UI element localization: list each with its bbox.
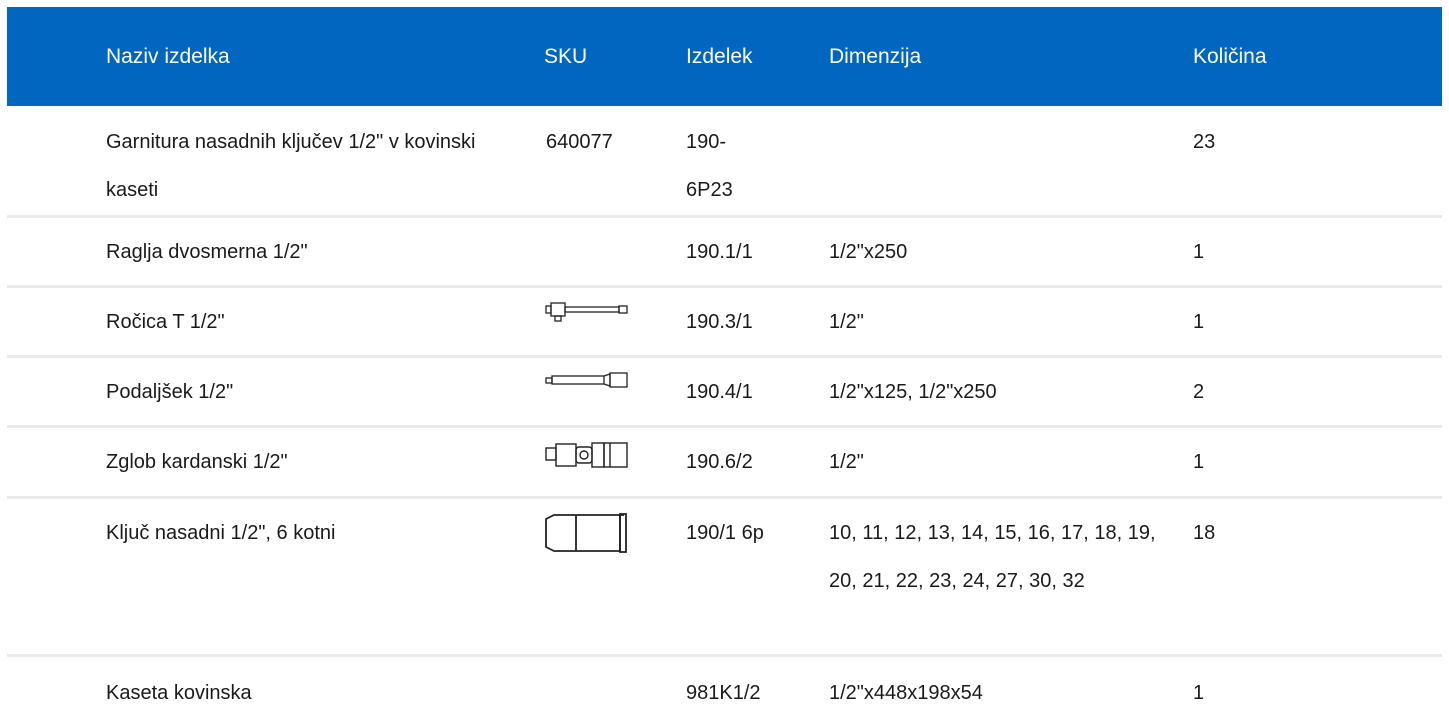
row-izdelek: 190- 6P23 [686,131,733,201]
row-sku [544,228,686,285]
row-izdelek: 190.3/1 [686,311,753,333]
row-dimenzija: 1/2" [829,311,864,333]
socket-icon [545,513,627,553]
row-name: Kaseta kovinska [106,682,252,704]
row-sku [544,438,686,496]
row-dimenzija: 1/2"x448x198x54 [829,682,983,704]
table-row: Zglob kardanski 1/2" 190.6/2 1/2" 1 [7,428,1442,499]
row-sku [544,298,686,355]
row-izdelek: 190/1 6p [686,522,764,544]
row-kolicina: 1 [1193,682,1205,704]
row-dimenzija: 1/2" [829,451,864,473]
row-kolicina: 23 [1193,131,1216,153]
row-kolicina: 18 [1193,522,1216,544]
row-name: Podaljšek 1/2" [106,381,234,403]
header-sku: SKU [544,44,588,68]
row-dimenzija: 10, 11, 12, 13, 14, 15, 16, 17, 18, 19, … [829,522,1156,592]
table-header: Naziv izdelka SKU Izdelek Dimenzija Koli… [7,7,1442,106]
row-sku [544,669,686,719]
row-dimenzija [829,118,1193,215]
row-izdelek: 190.1/1 [686,241,753,263]
table-row: Garnitura nasadnih ključev 1/2" v kovins… [7,106,1442,218]
row-kolicina: 1 [1193,451,1205,473]
row-name: Ročica T 1/2" [106,311,225,333]
row-name: Ključ nasadni 1/2", 6 kotni [106,522,336,544]
table-row: Raglja dvosmerna 1/2" 190.1/1 1/2"x250 1 [7,218,1442,288]
table-row: Podaljšek 1/2" 190.4/1 1/2"x125, 1/2"x25… [7,358,1442,428]
row-kolicina: 1 [1193,241,1205,263]
row-name: Zglob kardanski 1/2" [106,451,288,473]
table-row: Kaseta kovinska 981K1/2 1/2"x448x198x54 … [7,657,1442,719]
extension-bar-icon [545,372,628,388]
header-name: Naziv izdelka [106,44,230,68]
header-dimenzija: Dimenzija [829,44,922,68]
t-handle-icon [545,302,628,322]
universal-joint-icon [545,442,628,468]
row-kolicina: 2 [1193,381,1205,403]
table-row: Ključ nasadni 1/2", 6 kotni 190/1 6p 10,… [7,499,1442,657]
parts-table: Naziv izdelka SKU Izdelek Dimenzija Koli… [7,7,1442,719]
row-sku [544,368,686,425]
sku-value: 640077 [546,131,613,153]
row-dimenzija: 1/2"x125, 1/2"x250 [829,381,997,403]
row-kolicina: 1 [1193,311,1205,333]
table-row: Ročica T 1/2" 190.3/1 1/2" 1 [7,288,1442,358]
row-name: Garnitura nasadnih ključev 1/2" v kovins… [106,131,476,201]
row-sku [544,509,686,654]
row-izdelek: 981K1/2 [686,682,761,704]
header-izdelek: Izdelek [686,44,753,68]
row-izdelek: 190.6/2 [686,451,753,473]
row-dimenzija: 1/2"x250 [829,241,908,263]
row-name: Raglja dvosmerna 1/2" [106,241,308,263]
row-sku: 640077 [544,118,686,215]
row-izdelek: 190.4/1 [686,381,753,403]
header-kolicina: Količina [1193,44,1267,68]
